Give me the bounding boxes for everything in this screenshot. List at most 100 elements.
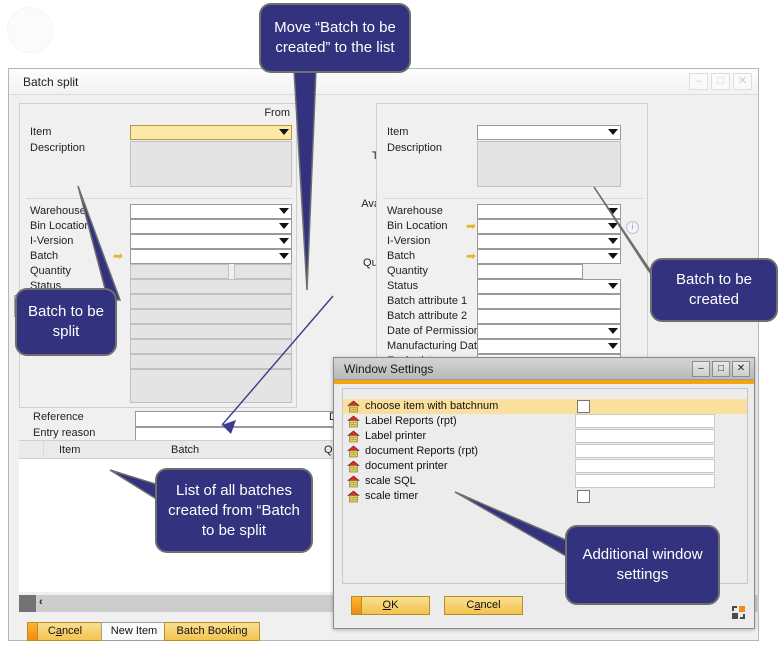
left-field-bin-location: Bin Location (24, 219, 292, 234)
window-controls: – □ ✕ (689, 73, 752, 90)
chevron-down-icon[interactable] (279, 238, 289, 244)
chevron-down-icon[interactable] (608, 343, 618, 349)
from-header-label: From (264, 107, 290, 119)
reference-label: Reference (33, 411, 84, 423)
grid-column-batch[interactable]: Batch (171, 444, 199, 456)
left-input-blank[interactable] (130, 354, 292, 369)
right-field-bin-location: Bin Location i (381, 219, 643, 234)
left-field-item: Item (24, 125, 292, 140)
resize-grip-icon[interactable] (731, 605, 747, 621)
right-input-date-of-permission[interactable] (477, 324, 621, 339)
left-input-bin-location[interactable] (130, 219, 292, 234)
close-icon[interactable]: ✕ (733, 73, 752, 90)
dialog-ok-button[interactable]: OK (351, 596, 430, 615)
chevron-down-icon[interactable] (608, 328, 618, 334)
list-item[interactable]: scale timer (343, 489, 747, 504)
window-title: Batch split (23, 75, 79, 89)
house-icon (347, 460, 360, 473)
list-item[interactable]: document Reports (rpt) (343, 444, 747, 459)
scale-sql-input[interactable] (575, 474, 715, 488)
right-field-quantity: Quantity (381, 264, 643, 279)
chevron-down-icon[interactable] (608, 283, 618, 289)
list-item-label: choose item with batchnum (365, 400, 499, 412)
scroll-left-icon[interactable]: ‹ (39, 596, 43, 608)
minimize-icon[interactable]: – (689, 73, 708, 90)
right-input-item[interactable] (477, 125, 621, 140)
right-input-description[interactable] (477, 141, 621, 187)
house-icon (347, 415, 360, 428)
info-icon[interactable]: i (626, 221, 639, 234)
dialog-titlebar: Window Settings – □ ✕ (334, 358, 754, 380)
dialog-cancel-label: Cancel (466, 599, 501, 611)
left-input-batch-attribute-1[interactable] (130, 294, 292, 309)
callout-list-of-batches: List of all batches created from “Batch … (155, 468, 313, 553)
left-input-i-version[interactable] (130, 234, 292, 249)
document-printer-input[interactable] (575, 459, 715, 473)
list-item[interactable]: Label Reports (rpt) (343, 414, 747, 429)
dialog-minimize-icon[interactable]: – (692, 361, 710, 377)
list-item-label: scale timer (365, 490, 419, 502)
list-item[interactable]: choose item with batchnum (343, 399, 747, 414)
right-field-batch: Batch (381, 249, 643, 264)
right-arrow-icon (465, 251, 477, 262)
right-label-batch-attribute-2: Batch attribute 2 (387, 310, 468, 322)
chevron-down-icon[interactable] (279, 129, 289, 135)
chevron-down-icon[interactable] (279, 223, 289, 229)
left-field-blank (24, 354, 292, 369)
right-label-batch: Batch (387, 250, 416, 262)
new-item-button[interactable]: New Item (101, 622, 167, 641)
left-input-blank-memo[interactable] (130, 369, 292, 403)
cancel-button[interactable]: Cancel (27, 622, 103, 641)
list-item[interactable]: scale SQL (343, 474, 747, 489)
right-arrow-icon (465, 221, 477, 232)
right-input-i-version[interactable] (477, 234, 621, 249)
list-item[interactable]: Label printer (343, 429, 747, 444)
right-field-manufacturing-date: Manufacturing Date (381, 339, 643, 354)
left-label-bin-location: Bin Location (30, 220, 91, 232)
left-input-batch-attribute-2[interactable] (130, 309, 292, 324)
right-label-description: Description (387, 142, 443, 154)
right-field-i-version: I-Version (381, 234, 643, 249)
document-reports-input[interactable] (575, 444, 715, 458)
chevron-down-icon[interactable] (608, 208, 618, 214)
right-input-warehouse[interactable] (477, 204, 621, 219)
callout-batch-to-be-split: Batch to be split (15, 288, 117, 356)
left-input-item[interactable] (130, 125, 292, 140)
label-reports-input[interactable] (575, 414, 715, 428)
chevron-down-icon[interactable] (608, 238, 618, 244)
right-label-item: Item (387, 126, 409, 138)
left-input-blank[interactable] (130, 324, 292, 339)
house-icon (347, 400, 360, 413)
right-input-quantity[interactable] (477, 264, 583, 279)
maximize-icon[interactable]: □ (711, 73, 730, 90)
grid-divider (43, 441, 44, 460)
right-label-date-of-permission: Date of Permission (387, 325, 480, 337)
right-input-status[interactable] (477, 279, 621, 294)
cancel-button-label: Cancel (47, 625, 83, 637)
left-field-i-version: I-Version (24, 234, 292, 249)
choose-item-with-batchnum-checkbox[interactable] (577, 400, 590, 413)
label-printer-input[interactable] (575, 429, 715, 443)
grid-column-item[interactable]: Item (59, 444, 80, 456)
dialog-maximize-icon[interactable]: □ (712, 361, 730, 377)
scrollbar-thumb[interactable] (19, 595, 36, 612)
callout-additional-settings: Additional window settings (565, 525, 720, 605)
batch-booking-button[interactable]: Batch Booking (164, 622, 260, 641)
callout-move-to-list: Move “Batch to be created” to the list (259, 3, 411, 73)
list-item[interactable]: document printer (343, 459, 747, 474)
list-item-label: Label Reports (rpt) (365, 415, 457, 427)
list-item-label: Label printer (365, 430, 427, 442)
right-input-batch-attribute-1[interactable] (477, 294, 621, 309)
right-input-bin-location[interactable] (477, 219, 621, 234)
left-input-blank[interactable] (130, 339, 292, 354)
right-input-manufacturing-date[interactable] (477, 339, 621, 354)
right-input-batch-attribute-2[interactable] (477, 309, 621, 324)
scale-timer-checkbox[interactable] (577, 490, 590, 503)
left-input-description[interactable] (130, 141, 292, 187)
dialog-cancel-button[interactable]: Cancel (444, 596, 523, 615)
chevron-down-icon[interactable] (608, 223, 618, 229)
dialog-close-icon[interactable]: ✕ (732, 361, 750, 377)
right-input-batch[interactable] (477, 249, 621, 264)
chevron-down-icon[interactable] (608, 129, 618, 135)
chevron-down-icon[interactable] (608, 253, 618, 259)
